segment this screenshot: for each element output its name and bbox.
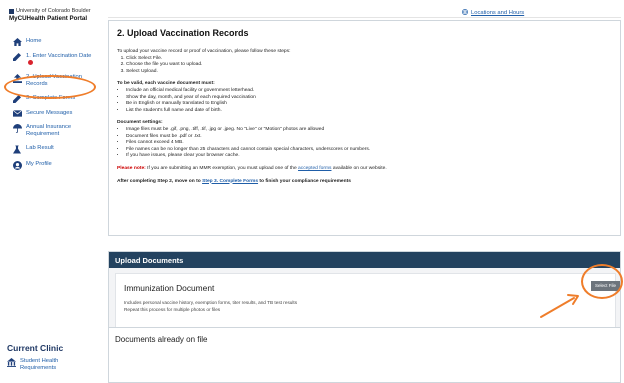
sidebar-item-label: Lab Result xyxy=(26,145,54,152)
envelope-icon xyxy=(12,110,22,117)
sidebar-item-label: 2. Upload Vaccination Records xyxy=(26,74,82,88)
umbrella-icon xyxy=(12,124,22,133)
documents-on-file-section: Documents already on file xyxy=(108,327,621,383)
annotation-arrow-icon xyxy=(540,294,579,318)
sidebar-item-label: My Profile xyxy=(26,161,52,168)
after-text: to finish your compliance requirements xyxy=(258,178,351,184)
list-item: Be in English or manually translated to … xyxy=(126,101,612,108)
upload-icon xyxy=(12,74,22,84)
sidebar-item-label: Home xyxy=(26,38,42,44)
sidebar-nav: Home 1. Enter Vaccination Date 2. Upload… xyxy=(12,38,98,177)
pencil-icon xyxy=(12,53,22,61)
sidebar-item-label: 1. Enter Vaccination Date xyxy=(26,53,92,59)
sidebar-item-annual-insurance[interactable]: Annual Insurance Requirement xyxy=(12,124,98,138)
list-item: Document files must be .pdf or .txt. xyxy=(126,134,612,141)
steps-list: Click Select File. Choose the file you w… xyxy=(117,56,612,76)
note-text: If you are submitting an MMR exemption, … xyxy=(145,165,299,171)
globe-icon xyxy=(462,9,468,17)
doc-description-line: Repeat this process for multiple photos … xyxy=(124,307,221,312)
list-item: Files cannot exceed 4 MB. xyxy=(126,140,612,147)
step-3-link[interactable]: Step 3. Complete Forms xyxy=(202,179,258,184)
mmr-note: Please note: If you are submitting an MM… xyxy=(117,166,612,173)
list-item: Choose the file you want to upload. xyxy=(126,62,612,69)
alert-dot-icon xyxy=(28,60,33,65)
user-circle-icon xyxy=(12,161,22,171)
pencil-icon xyxy=(12,95,22,104)
sidebar-item-enter-vaccination-date[interactable]: 1. Enter Vaccination Date xyxy=(12,53,98,67)
current-clinic-heading: Current Clinic xyxy=(7,343,64,353)
cu-logo-icon xyxy=(9,8,14,14)
sidebar-item-upload-vaccination-records[interactable]: 2. Upload Vaccination Records xyxy=(12,74,98,88)
accepted-forms-link[interactable]: accepted forms xyxy=(298,166,331,171)
after-text: After completing Step 2, move on to xyxy=(117,178,203,184)
list-item: Include an official medical facility or … xyxy=(126,88,612,95)
intro-text: To upload your vaccine record or proof o… xyxy=(117,49,291,54)
page-title: 2. Upload Vaccination Records xyxy=(117,28,249,38)
settings-list: Image files must be .gif, .png, .tiff, .… xyxy=(117,127,612,160)
university-name: University of Colorado Boulder xyxy=(9,8,99,14)
valid-heading: To be valid, each vaccine document must: xyxy=(117,81,215,87)
flask-icon xyxy=(12,145,22,154)
sidebar-item-complete-forms[interactable]: 3. Complete Forms xyxy=(12,95,98,104)
instructions-body: To upload your vaccine record or proof o… xyxy=(117,49,612,185)
doc-description-line: Includes personal vaccine history, exemp… xyxy=(124,300,298,305)
building-icon xyxy=(7,358,16,372)
sidebar-item-label-wrap: 1. Enter Vaccination Date xyxy=(26,53,94,67)
list-item: Image files must be .gif, .png, .tiff, .… xyxy=(126,127,612,134)
sidebar-item-secure-messages[interactable]: Secure Messages xyxy=(12,110,98,117)
settings-heading: Document settings: xyxy=(117,120,163,126)
upload-documents-header: Upload Documents xyxy=(109,252,620,268)
sidebar-item-lab-result[interactable]: Lab Result xyxy=(12,145,98,154)
select-file-button[interactable]: Select File xyxy=(591,281,620,291)
locations-hours-label: Locations and Hours xyxy=(471,10,525,16)
sidebar-item-label: Secure Messages xyxy=(26,110,73,117)
sidebar-item-home[interactable]: Home xyxy=(12,38,98,46)
note-text: available on our website. xyxy=(331,165,387,171)
note-label: Please note: xyxy=(117,165,146,171)
sidebar-item-my-profile[interactable]: My Profile xyxy=(12,161,98,171)
student-health-label: Student Health Requirements xyxy=(20,358,59,371)
list-item: Select Upload. xyxy=(126,69,612,76)
sidebar: University of Colorado Boulder MyCUHealt… xyxy=(0,0,100,383)
instructions-card: 2. Upload Vaccination Records To upload … xyxy=(108,20,621,236)
locations-hours-link[interactable]: Locations and Hours xyxy=(462,9,524,17)
after-step-text: After completing Step 2, move on to Step… xyxy=(117,179,612,186)
documents-on-file-title: Documents already on file xyxy=(115,335,208,344)
student-health-link[interactable]: Student Health Requirements xyxy=(7,358,70,372)
header-divider xyxy=(108,17,621,18)
university-label: University of Colorado Boulder xyxy=(16,8,91,14)
doc-title: Immunization Document xyxy=(124,283,215,293)
doc-description: Includes personal vaccine history, exemp… xyxy=(124,299,297,313)
brand: University of Colorado Boulder MyCUHealt… xyxy=(9,8,99,22)
portal-title: MyCUHealth Patient Portal xyxy=(9,15,88,22)
sidebar-item-label: Annual Insurance Requirement xyxy=(26,124,72,138)
valid-list: Include an official medical facility or … xyxy=(117,88,612,114)
list-item: If you have issues, please clear your br… xyxy=(126,153,612,160)
home-icon xyxy=(12,38,22,46)
sidebar-item-label: 3. Complete Forms xyxy=(26,95,76,102)
list-item: List the student's full name and date of… xyxy=(126,108,612,115)
